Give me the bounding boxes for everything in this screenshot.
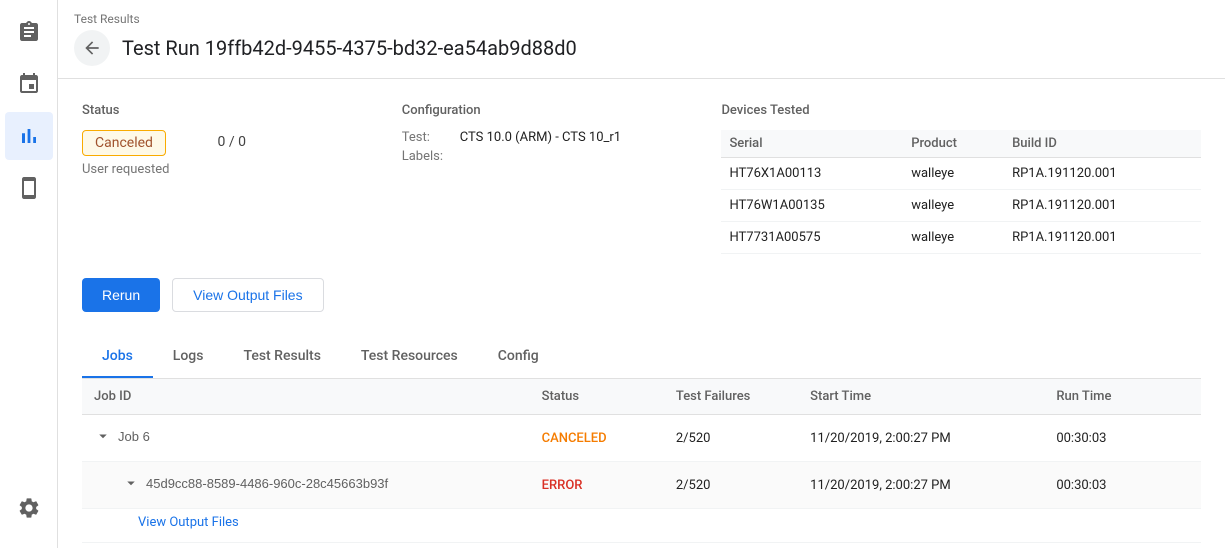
content-area: Status Canceled User requested 0 / 0 Con… [58, 79, 1225, 548]
main-content: Test Results Test Run 19ffb42d-9455-4375… [58, 0, 1225, 548]
job-runtime-cell: 00:30:03 [1044, 415, 1201, 462]
device-product: walleye [903, 222, 1004, 254]
back-arrow-icon [82, 38, 102, 58]
job-row: Job 6 CANCELED 2/520 11/20/2019, 2:00:27… [82, 415, 1201, 462]
devices-col-product: Product [903, 130, 1004, 158]
col-header-runtime: Run Time [1044, 379, 1201, 415]
sidebar-item-phone[interactable] [5, 164, 53, 212]
view-output-button[interactable]: View Output Files [172, 278, 323, 312]
sidebar [0, 0, 58, 548]
devices-col-buildid: Build ID [1004, 130, 1201, 158]
back-button[interactable] [74, 30, 110, 66]
devices-table: Serial Product Build ID HT76X1A00113 wal… [721, 130, 1201, 254]
header: Test Results Test Run 19ffb42d-9455-4375… [58, 0, 1225, 79]
breadcrumb: Test Results [74, 12, 1201, 26]
config-col: Configuration Test: CTS 10.0 (ARM) - CTS… [402, 103, 722, 254]
sidebar-item-analytics[interactable] [5, 112, 53, 160]
device-serial: HT76X1A00113 [721, 158, 903, 190]
config-title: Configuration [402, 103, 722, 118]
devices-col-serial: Serial [721, 130, 903, 158]
tab-config[interactable]: Config [478, 336, 559, 378]
job-id-cell: Job 6 [82, 415, 530, 462]
device-serial: HT7731A00575 [721, 222, 903, 254]
settings-icon [17, 496, 41, 520]
tab-test-results[interactable]: Test Results [223, 336, 340, 378]
status-title: Status [82, 103, 402, 118]
rerun-button[interactable]: Rerun [82, 278, 160, 312]
job-failures-cell: 2/520 [664, 415, 798, 462]
view-output-cell: View Output Files [82, 509, 1201, 543]
sub-status-cell: ERROR [530, 462, 664, 509]
job-starttime-cell: 11/20/2019, 2:00:27 PM [798, 415, 1044, 462]
status-error: ERROR [542, 478, 583, 493]
status-badge: Canceled [82, 130, 166, 156]
device-row: HT76X1A00113 walleye RP1A.191120.001 [721, 158, 1201, 190]
sub-runtime-cell: 00:30:03 [1044, 462, 1201, 509]
expand-job-button[interactable]: Job 6 [94, 427, 150, 445]
config-test-value: CTS 10.0 (ARM) - CTS 10_r1 [460, 130, 621, 145]
clipboard-icon [17, 20, 41, 44]
chevron-down-icon [94, 427, 112, 445]
chevron-down-icon [122, 474, 140, 492]
sub-job-id-cell: 45d9cc88-8589-4486-960c-28c45663b93f [82, 462, 530, 509]
devices-title: Devices Tested [721, 103, 1201, 118]
info-section: Status Canceled User requested 0 / 0 Con… [82, 103, 1201, 254]
sub-failures-cell: 2/520 [664, 462, 798, 509]
col-header-status: Status [530, 379, 664, 415]
view-output-link[interactable]: View Output Files [138, 515, 239, 530]
status-sub: User requested [82, 162, 169, 177]
tabs-bar: JobsLogsTest ResultsTest ResourcesConfig [82, 336, 1201, 379]
status-col: Status Canceled User requested 0 / 0 [82, 103, 402, 254]
sidebar-item-settings[interactable] [5, 484, 53, 532]
bar-chart-icon [17, 124, 41, 148]
expand-sub-button[interactable]: 45d9cc88-8589-4486-960c-28c45663b93f [122, 474, 388, 492]
sub-starttime-cell: 11/20/2019, 2:00:27 PM [798, 462, 1044, 509]
view-output-row: View Output Files [82, 509, 1201, 543]
job-sub-row: 45d9cc88-8589-4486-960c-28c45663b93f ERR… [82, 462, 1201, 509]
device-buildid: RP1A.191120.001 [1004, 190, 1201, 222]
col-header-starttime: Start Time [798, 379, 1044, 415]
tab-test-resources[interactable]: Test Resources [341, 336, 478, 378]
config-labels-label: Labels: [402, 149, 452, 164]
col-header-failures: Test Failures [664, 379, 798, 415]
devices-col: Devices Tested Serial Product Build ID H… [721, 103, 1201, 254]
tab-jobs[interactable]: Jobs [82, 336, 153, 378]
progress-text: 0 / 0 [217, 134, 245, 150]
config-test-label: Test: [402, 130, 452, 145]
page-title: Test Run 19ffb42d-9455-4375-bd32-ea54ab9… [122, 36, 577, 60]
phone-icon [17, 176, 41, 200]
status-canceled: CANCELED [542, 431, 607, 446]
device-buildid: RP1A.191120.001 [1004, 158, 1201, 190]
device-serial: HT76W1A00135 [721, 190, 903, 222]
device-product: walleye [903, 190, 1004, 222]
device-row: HT76W1A00135 walleye RP1A.191120.001 [721, 190, 1201, 222]
device-product: walleye [903, 158, 1004, 190]
config-labels-row: Labels: [402, 149, 722, 164]
sidebar-item-clipboard[interactable] [5, 8, 53, 56]
action-buttons: Rerun View Output Files [82, 278, 1201, 312]
job-status-cell: CANCELED [530, 415, 664, 462]
col-header-jobid: Job ID [82, 379, 530, 415]
jobs-table: Job ID Status Test Failures Start Time R… [82, 379, 1201, 543]
calendar-icon [17, 72, 41, 96]
device-buildid: RP1A.191120.001 [1004, 222, 1201, 254]
tab-logs[interactable]: Logs [153, 336, 224, 378]
sidebar-item-calendar[interactable] [5, 60, 53, 108]
device-row: HT7731A00575 walleye RP1A.191120.001 [721, 222, 1201, 254]
config-test-row: Test: CTS 10.0 (ARM) - CTS 10_r1 [402, 130, 722, 145]
